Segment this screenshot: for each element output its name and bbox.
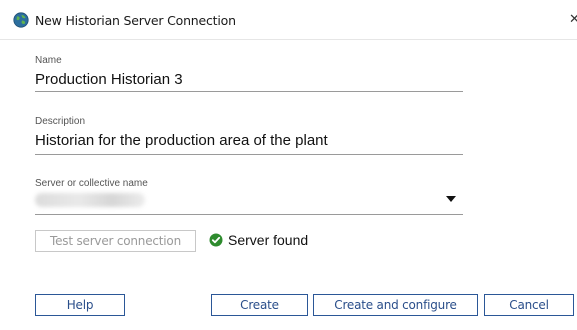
connection-status-text: Server found (228, 232, 309, 248)
caret-down-icon[interactable] (446, 196, 456, 202)
test-connection-button[interactable]: Test server connection (35, 230, 196, 252)
dialog-body: Name Production Historian 3 Description … (0, 41, 577, 330)
server-label: Server or collective name (35, 178, 148, 189)
description-input[interactable]: Historian for the production area of the… (35, 132, 328, 149)
title-bar: New Historian Server Connection ✕ (0, 0, 577, 40)
help-button[interactable]: Help (35, 294, 125, 316)
description-input-underline (35, 154, 463, 155)
window-title: New Historian Server Connection (35, 13, 236, 28)
name-input-underline (35, 91, 463, 92)
description-label: Description (35, 116, 86, 127)
close-icon[interactable]: ✕ (569, 11, 577, 29)
check-circle-icon (209, 233, 223, 247)
create-button[interactable]: Create (211, 294, 308, 316)
server-select-underline (35, 214, 463, 215)
create-and-configure-button[interactable]: Create and configure (313, 294, 478, 316)
name-label: Name (35, 55, 62, 66)
name-input[interactable]: Production Historian 3 (35, 71, 183, 88)
cancel-button[interactable]: Cancel (484, 294, 574, 316)
server-select-value[interactable] (35, 193, 145, 207)
globe-icon (13, 12, 29, 28)
